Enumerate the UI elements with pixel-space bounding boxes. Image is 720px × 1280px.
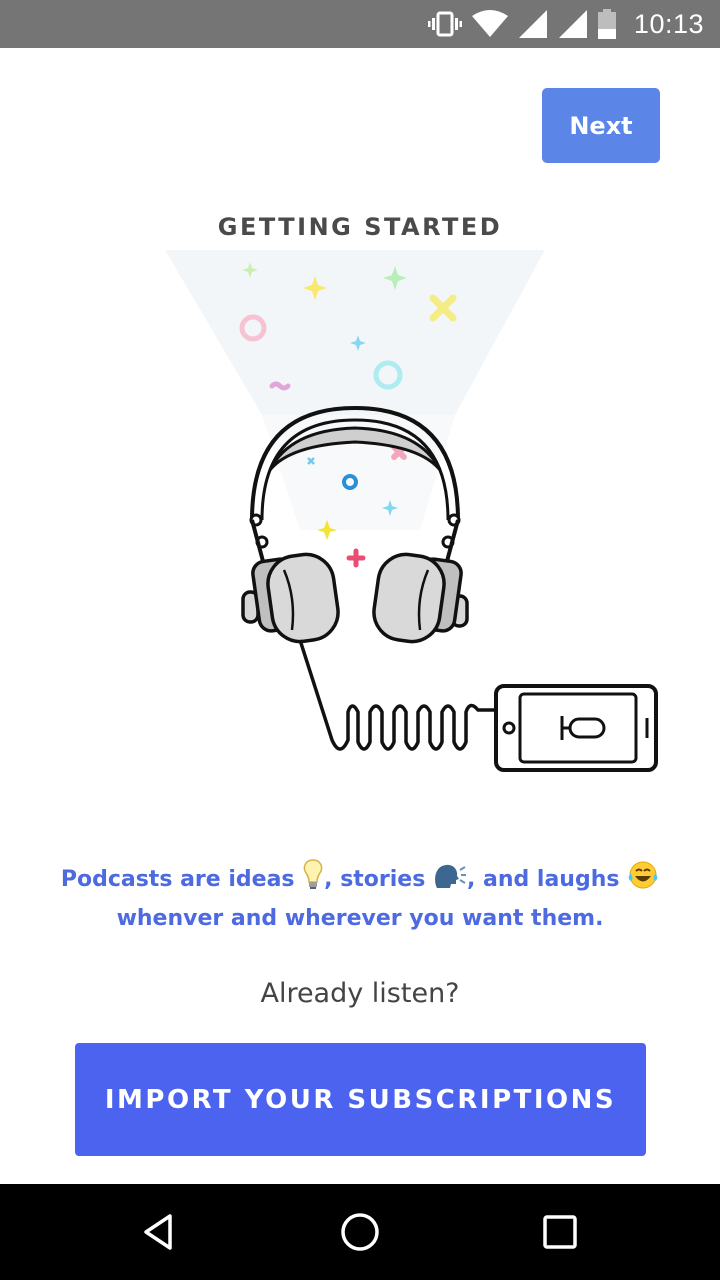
already-listen-label: Already listen? xyxy=(260,978,460,1009)
vibrate-icon xyxy=(427,11,462,37)
back-icon[interactable] xyxy=(130,1202,190,1262)
status-time: 10:13 xyxy=(633,8,704,39)
navigation-bar xyxy=(0,1184,720,1280)
status-bar: 10:13 xyxy=(0,0,720,48)
signal-icon xyxy=(518,9,548,39)
import-subscriptions-button[interactable]: IMPORT YOUR SUBSCRIPTIONS xyxy=(75,1043,646,1156)
tagline-part: Podcasts are ideas xyxy=(60,867,303,892)
speaking-head-icon xyxy=(433,862,467,901)
light-beam xyxy=(165,250,545,415)
next-button[interactable]: Next xyxy=(542,88,660,163)
signal-icon xyxy=(558,9,588,39)
tagline-part: , stories xyxy=(324,867,433,892)
tagline: Podcasts are ideas , stories , and laugh… xyxy=(40,858,680,936)
tagline-part: , and laughs xyxy=(466,867,628,892)
phone-icon xyxy=(494,684,658,772)
home-icon[interactable] xyxy=(330,1202,390,1262)
battery-icon xyxy=(597,9,616,39)
lightbulb-icon xyxy=(302,858,324,901)
status-icons: 10:13 xyxy=(427,0,704,48)
headphones-illustration xyxy=(165,250,658,772)
tears-of-joy-icon xyxy=(627,860,659,901)
recents-icon[interactable] xyxy=(530,1202,590,1262)
screen: 10:13 Next GETTING STARTED Podcasts are … xyxy=(0,0,720,1280)
page-title: GETTING STARTED xyxy=(217,213,503,241)
wifi-icon xyxy=(471,10,508,38)
tagline-part: whenver and wherever you want them. xyxy=(116,906,604,931)
